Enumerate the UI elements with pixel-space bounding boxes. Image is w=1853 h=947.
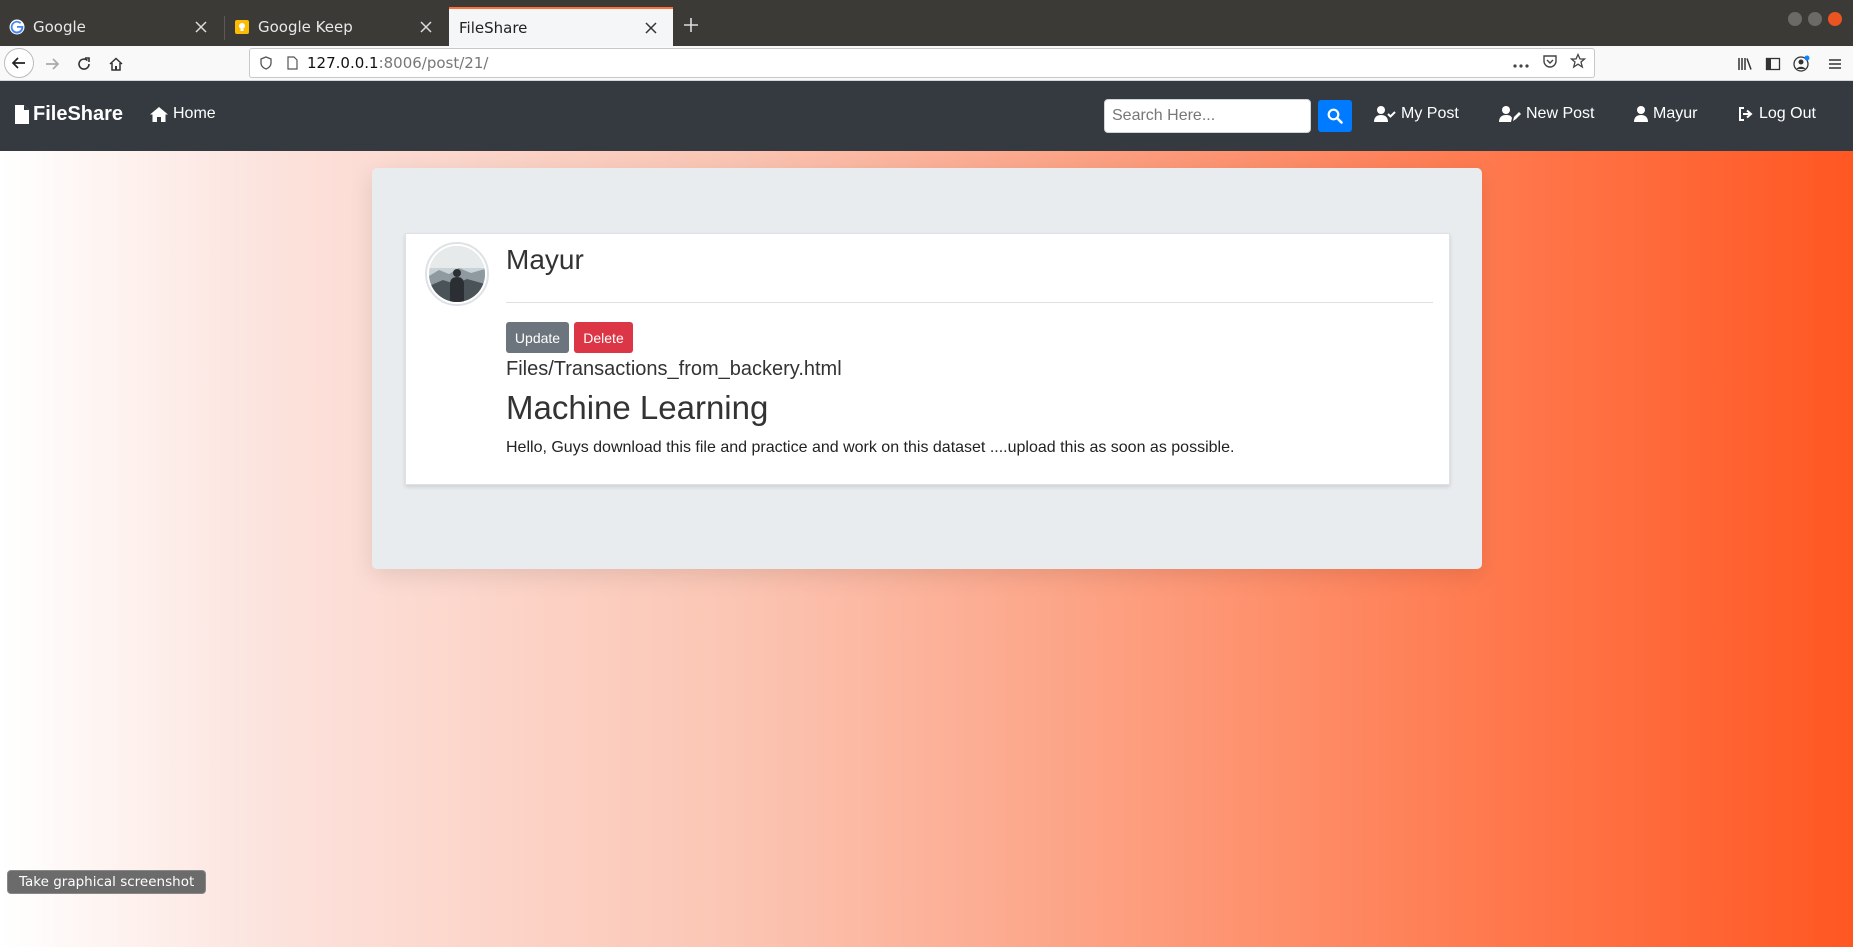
account-icon[interactable] <box>1787 50 1815 78</box>
tab-label: FileShare <box>459 18 528 37</box>
tab-fileshare[interactable]: FileShare <box>449 7 673 46</box>
tab-label: Google Keep <box>258 18 353 36</box>
file-icon <box>15 105 29 124</box>
forward-arrow-icon[interactable] <box>38 50 66 78</box>
browser-tab-strip: Google Google Keep FileShare <box>0 0 1853 46</box>
reload-icon[interactable] <box>70 50 98 78</box>
address-bar[interactable]: 127.0.0.1:8006/post/21/ <box>249 48 1595 78</box>
page-actions-icon[interactable] <box>1512 54 1530 73</box>
update-button[interactable]: Update <box>506 322 569 353</box>
keep-favicon-icon <box>234 19 250 35</box>
page-info-icon[interactable] <box>285 56 299 70</box>
user-icon <box>1634 106 1648 122</box>
user-check-icon <box>1374 106 1396 122</box>
tab-google-keep[interactable]: Google Keep <box>225 8 448 46</box>
post-file-link[interactable]: Files/Transactions_from_backery.html <box>506 358 842 381</box>
bookmark-star-icon[interactable] <box>1569 52 1587 73</box>
close-tab-icon[interactable] <box>639 16 663 40</box>
user-edit-icon <box>1499 106 1521 122</box>
nav-home-link[interactable]: Home <box>150 105 216 123</box>
search-button[interactable] <box>1318 100 1352 132</box>
close-tab-icon[interactable] <box>189 15 213 39</box>
pocket-icon[interactable] <box>1542 53 1558 73</box>
browser-toolbar: 127.0.0.1:8006/post/21/ <box>0 46 1853 81</box>
divider <box>506 302 1433 303</box>
maximize-window-icon[interactable] <box>1808 12 1822 26</box>
nav-logout-label: Log Out <box>1759 105 1816 122</box>
post-container: Mayur Update Delete Files/Transactions_f… <box>372 168 1482 569</box>
tooltip: Take graphical screenshot <box>7 870 207 894</box>
back-arrow-icon[interactable] <box>4 48 34 78</box>
sidebar-icon[interactable] <box>1759 50 1787 78</box>
delete-button[interactable]: Delete <box>574 322 633 353</box>
site-navbar: FileShare Home My Post New Post <box>0 81 1853 151</box>
close-tab-icon[interactable] <box>414 15 438 39</box>
toolbar-right <box>1731 50 1853 78</box>
post-author[interactable]: Mayur <box>506 244 584 276</box>
window-controls <box>1788 12 1842 26</box>
search-icon <box>1327 108 1343 124</box>
minimize-window-icon[interactable] <box>1788 12 1802 26</box>
nav-user-link[interactable]: Mayur <box>1634 105 1697 123</box>
url-actions <box>1512 49 1587 77</box>
tracking-shield-icon[interactable] <box>259 56 273 70</box>
page-background: FileShare Home My Post New Post <box>0 81 1853 947</box>
home-icon[interactable] <box>102 50 130 78</box>
nav-my-post-label: My Post <box>1401 105 1459 122</box>
post-title: Machine Learning <box>506 389 769 426</box>
nav-new-post-label: New Post <box>1526 105 1595 122</box>
new-tab-plus-icon[interactable] <box>678 12 704 38</box>
author-avatar <box>425 242 489 306</box>
nav-logout-link[interactable]: Log Out <box>1738 105 1816 123</box>
nav-my-post-link[interactable]: My Post <box>1374 105 1459 123</box>
hamburger-menu-icon[interactable] <box>1821 50 1849 78</box>
tab-google[interactable]: Google <box>0 8 223 46</box>
brand-label: FileShare <box>33 103 124 125</box>
nav-user-label: Mayur <box>1653 105 1698 122</box>
house-icon <box>150 106 168 122</box>
sign-out-icon <box>1738 106 1754 122</box>
google-favicon-icon <box>9 19 25 35</box>
url-host: 127.0.0.1 <box>307 54 379 72</box>
tab-label: Google <box>33 18 86 36</box>
nav-home-label: Home <box>173 105 216 122</box>
post-card: Mayur Update Delete Files/Transactions_f… <box>405 233 1450 485</box>
post-body: Hello, Guys download this file and pract… <box>506 439 1235 456</box>
close-window-icon[interactable] <box>1828 12 1842 26</box>
library-icon[interactable] <box>1731 50 1759 78</box>
url-text: 127.0.0.1:8006/post/21/ <box>307 54 488 72</box>
search-input[interactable] <box>1104 99 1311 133</box>
url-path: :8006/post/21/ <box>378 54 489 72</box>
brand-link[interactable]: FileShare <box>15 103 123 126</box>
nav-new-post-link[interactable]: New Post <box>1499 105 1594 123</box>
